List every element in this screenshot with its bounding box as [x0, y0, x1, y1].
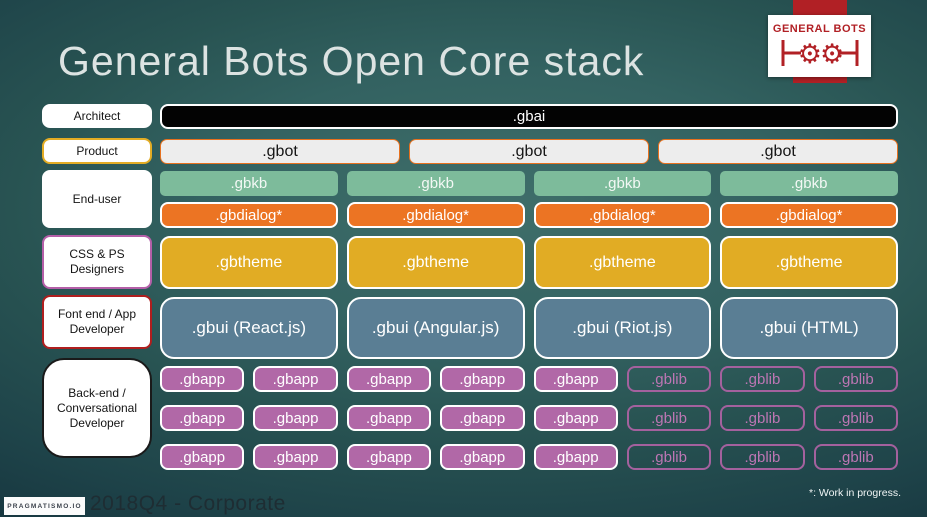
box-gbkb: .gbkb: [160, 171, 338, 196]
row-gbtheme: .gbtheme .gbtheme .gbtheme .gbtheme: [160, 236, 898, 289]
general-bots-logo: GENERAL BOTS ⚙⚙: [768, 15, 871, 77]
box-gbapp: .gbapp: [160, 444, 245, 470]
logo-brand-text: GENERAL BOTS: [772, 22, 867, 35]
slide: General Bots Open Core stack GENERAL BOT…: [0, 0, 927, 517]
box-gblib: .gblib: [626, 405, 712, 431]
footer-caption: 2018Q4 - Corporate: [90, 492, 286, 515]
box-gbapp: .gbapp: [440, 405, 525, 431]
box-gbdialog: .gbdialog*: [160, 202, 338, 228]
box-gbot: .gbot: [658, 139, 898, 164]
gears-icon: ⚙⚙: [781, 39, 858, 70]
box-gbapp: .gbapp: [533, 366, 618, 392]
label-css-ps-designers: CSS & PS Designers: [42, 235, 152, 289]
box-gbapp: .gbapp: [440, 444, 525, 470]
stack-diagram: Architect Product End-user CSS & PS Desi…: [42, 104, 898, 470]
box-gbapp: .gbapp: [533, 444, 618, 470]
box-gblib: .gblib: [813, 405, 898, 431]
row-gbot: .gbot .gbot .gbot: [160, 139, 898, 164]
box-gblib: .gblib: [626, 444, 712, 470]
box-gbapp: .gbapp: [346, 366, 432, 392]
box-gbapp: .gbapp: [160, 405, 245, 431]
box-gbapp: .gbapp: [346, 405, 432, 431]
label-architect: Architect: [42, 104, 152, 128]
box-gbdialog: .gbdialog*: [533, 202, 712, 228]
box-gblib: .gblib: [720, 444, 805, 470]
box-gbkb: .gbkb: [346, 171, 525, 196]
row-gbdialog: .gbdialog* .gbdialog* .gbdialog* .gbdial…: [160, 202, 898, 228]
row-gbkb: .gbkb .gbkb .gbkb .gbkb: [160, 171, 898, 196]
box-gbtheme: .gbtheme: [720, 236, 898, 289]
box-gbkb: .gbkb: [720, 171, 898, 196]
row-gbui: .gbui (React.js) .gbui (Angular.js) .gbu…: [160, 297, 898, 359]
row-gbapp-1: .gbapp .gbapp .gbapp .gbapp .gbapp .gbli…: [160, 366, 898, 392]
box-gblib: .gblib: [626, 366, 712, 392]
box-gblib: .gblib: [813, 444, 898, 470]
box-gbapp: .gbapp: [253, 366, 338, 392]
work-in-progress-note: *: Work in progress.: [808, 487, 901, 499]
row-gbai: .gbai: [160, 104, 898, 129]
box-gbui-react: .gbui (React.js): [160, 297, 338, 359]
pragmatismo-logo: PRAGMATISMO.IO: [4, 497, 85, 515]
box-gblib: .gblib: [720, 366, 805, 392]
box-gbdialog: .gbdialog*: [346, 202, 525, 228]
box-gbui-riot: .gbui (Riot.js): [533, 297, 712, 359]
box-gbapp: .gbapp: [253, 405, 338, 431]
box-gbtheme: .gbtheme: [533, 236, 712, 289]
row-gbapp-3: .gbapp .gbapp .gbapp .gbapp .gbapp .gbli…: [160, 444, 898, 470]
box-gbui-html: .gbui (HTML): [720, 297, 898, 359]
label-back-end-conversational-developer: Back-end / Conversational Developer: [42, 358, 152, 458]
box-gblib: .gblib: [813, 366, 898, 392]
label-end-user: End-user: [42, 170, 152, 228]
box-gbapp: .gbapp: [440, 366, 525, 392]
page-title: General Bots Open Core stack: [58, 38, 645, 84]
box-gbtheme: .gbtheme: [160, 236, 338, 289]
box-gbapp: .gbapp: [346, 444, 432, 470]
box-gbapp: .gbapp: [253, 444, 338, 470]
box-gbapp: .gbapp: [533, 405, 618, 431]
box-gblib: .gblib: [720, 405, 805, 431]
box-gbot: .gbot: [160, 139, 400, 164]
svg-text:⚙⚙: ⚙⚙: [797, 39, 841, 70]
box-gbapp: .gbapp: [160, 366, 245, 392]
box-gbdialog: .gbdialog*: [720, 202, 898, 228]
label-front-end-app-developer: Font end / App Developer: [42, 295, 152, 349]
box-gbot: .gbot: [409, 139, 649, 164]
box-gbai: .gbai: [160, 104, 898, 129]
label-product: Product: [42, 138, 152, 164]
box-gbui-angular: .gbui (Angular.js): [346, 297, 525, 359]
box-gbtheme: .gbtheme: [346, 236, 525, 289]
box-gbkb: .gbkb: [533, 171, 712, 196]
row-gbapp-2: .gbapp .gbapp .gbapp .gbapp .gbapp .gbli…: [160, 405, 898, 431]
